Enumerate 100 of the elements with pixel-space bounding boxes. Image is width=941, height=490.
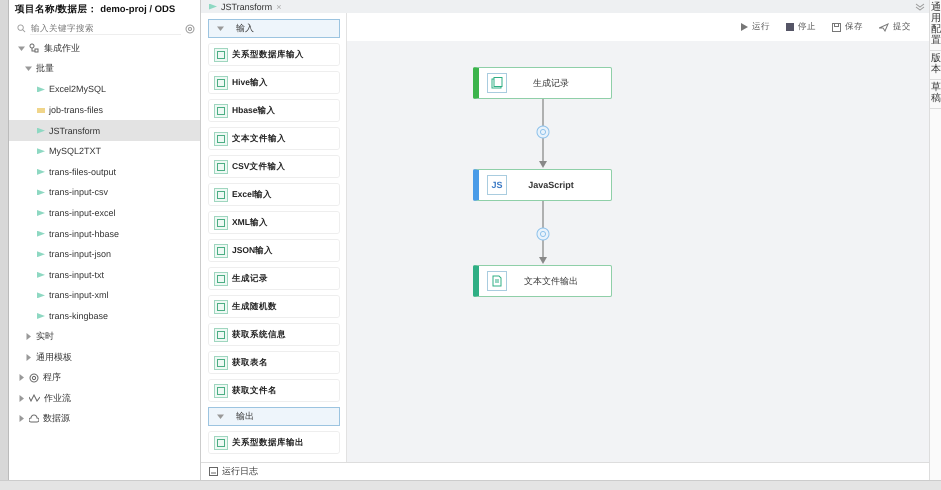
caret-icon[interactable] [25, 354, 32, 361]
component-icon [214, 244, 228, 258]
flag-icon [37, 128, 45, 134]
component-icon [214, 48, 228, 62]
component-icon [214, 384, 228, 398]
palette-item[interactable]: Excel输入 [208, 183, 340, 206]
component-icon [214, 272, 228, 286]
cloud-icon [29, 414, 39, 424]
palette-item[interactable]: Hbase输入 [208, 99, 340, 122]
zigzag-icon [29, 394, 40, 402]
tree-item[interactable]: 作业流 [44, 392, 71, 405]
palette-item[interactable]: 关系型数据库输出 [208, 431, 340, 454]
caret-icon[interactable] [18, 374, 25, 382]
toolbar-button[interactable]: 运行 [738, 19, 772, 35]
flag-icon [37, 272, 45, 278]
send-icon [879, 22, 889, 32]
editor-tab[interactable]: JSTransform × [201, 2, 290, 12]
save-icon [832, 22, 841, 32]
run-log-tab[interactable]: 运行日志 [201, 462, 929, 480]
tree-item[interactable]: 数据源 [43, 412, 70, 426]
palette-item[interactable]: 关系型数据库输入 [208, 43, 340, 66]
tree-item[interactable]: 实时 [36, 330, 54, 344]
tree-item[interactable]: MySQL2TXT [9, 140, 200, 162]
connector-arrow [535, 201, 551, 265]
tree-item[interactable]: 集成作业 [44, 42, 80, 55]
flag-icon [37, 148, 45, 154]
palette-item[interactable]: 获取表名 [208, 351, 340, 374]
toolbar-button[interactable]: 保存 [830, 19, 865, 35]
flag-icon [37, 168, 45, 175]
tree-item[interactable]: trans-input-excel [9, 202, 200, 224]
tree-item[interactable]: JSTransform [9, 120, 200, 141]
flag-icon [209, 4, 217, 10]
flag-icon [37, 210, 45, 216]
log-icon [209, 467, 218, 476]
flag-icon [37, 292, 45, 298]
flow-node[interactable]: 文本文件输出 [473, 265, 612, 297]
settings-icon[interactable] [185, 24, 195, 34]
palette-item[interactable]: JSON输入 [208, 239, 340, 262]
tree-item[interactable]: trans-input-json [9, 244, 200, 265]
tree-item[interactable]: job-trans-files [9, 100, 200, 120]
file-icon [487, 271, 507, 291]
palette-item[interactable]: 生成记录 [208, 267, 340, 290]
side-tab[interactable]: 草稿 [930, 80, 941, 109]
tree-item[interactable]: trans-input-xml [9, 285, 200, 306]
caret-icon[interactable] [25, 65, 32, 72]
gear-icon [29, 372, 39, 383]
tree-item[interactable]: trans-input-hbase [9, 223, 200, 244]
flag-icon [37, 230, 45, 237]
project-title: 项目名称/数据层： demo-proj / ODS [14, 3, 176, 17]
stop-icon [786, 23, 794, 31]
js-badge: JS [487, 175, 507, 195]
caret-icon[interactable] [217, 25, 224, 32]
component-icon [214, 188, 228, 202]
caret-icon[interactable] [18, 394, 25, 402]
palette-item[interactable]: 文本文件输入 [208, 127, 340, 150]
component-icon [214, 104, 228, 118]
tree-item[interactable]: trans-kingbase [9, 306, 200, 326]
component-icon [214, 132, 228, 146]
component-icon [214, 300, 228, 314]
palette-item[interactable]: 生成随机数 [208, 295, 340, 318]
flag-icon [37, 313, 45, 320]
palette-item[interactable]: XML输入 [208, 211, 340, 234]
flag-icon [37, 86, 45, 92]
component-icon [214, 160, 228, 174]
toolbar-button[interactable]: 停止 [784, 19, 818, 35]
tree-item[interactable]: trans-files-output [9, 162, 200, 182]
search-field[interactable]: 输入关键字搜索 [30, 22, 181, 35]
component-icon [214, 436, 228, 450]
component-icon [214, 76, 228, 90]
tree-item[interactable]: 通用模板 [36, 350, 72, 364]
document-icon [487, 73, 507, 93]
tree-item[interactable]: trans-input-txt [9, 264, 200, 286]
component-icon [214, 328, 228, 342]
flow-node[interactable]: 生成记录 [473, 67, 612, 99]
tree-item[interactable]: 程序 [43, 371, 61, 384]
flow-node[interactable]: JS JavaScript [473, 169, 612, 201]
side-tab[interactable]: 版本 [930, 51, 941, 80]
caret-icon[interactable] [25, 333, 32, 340]
palette-group-header[interactable]: 输入 [208, 19, 340, 38]
chevron-icon[interactable] [915, 2, 925, 10]
tree-item[interactable]: 批量 [36, 62, 54, 76]
nodes-icon [29, 43, 40, 54]
palette-item[interactable]: CSV文件输入 [208, 155, 340, 178]
flag-icon [37, 251, 45, 258]
component-icon [214, 216, 228, 230]
palette-item[interactable]: Hive输入 [208, 71, 340, 94]
caret-icon[interactable] [18, 44, 25, 52]
search-icon [17, 24, 26, 33]
component-icon [214, 356, 228, 370]
palette-item[interactable]: 获取文件名 [208, 379, 340, 402]
caret-icon[interactable] [18, 415, 25, 422]
folder-icon [37, 108, 45, 113]
toolbar-button[interactable]: 提交 [877, 19, 913, 35]
palette-item[interactable]: 获取系统信息 [208, 323, 340, 346]
play-icon [740, 23, 748, 31]
tree-item[interactable]: trans-input-csv [9, 182, 200, 203]
tree-item[interactable]: Excel2MySQL [9, 79, 200, 100]
palette-group-header[interactable]: 输出 [208, 407, 340, 426]
caret-icon[interactable] [217, 413, 224, 420]
side-tab[interactable]: 通用配置 [930, 0, 941, 51]
